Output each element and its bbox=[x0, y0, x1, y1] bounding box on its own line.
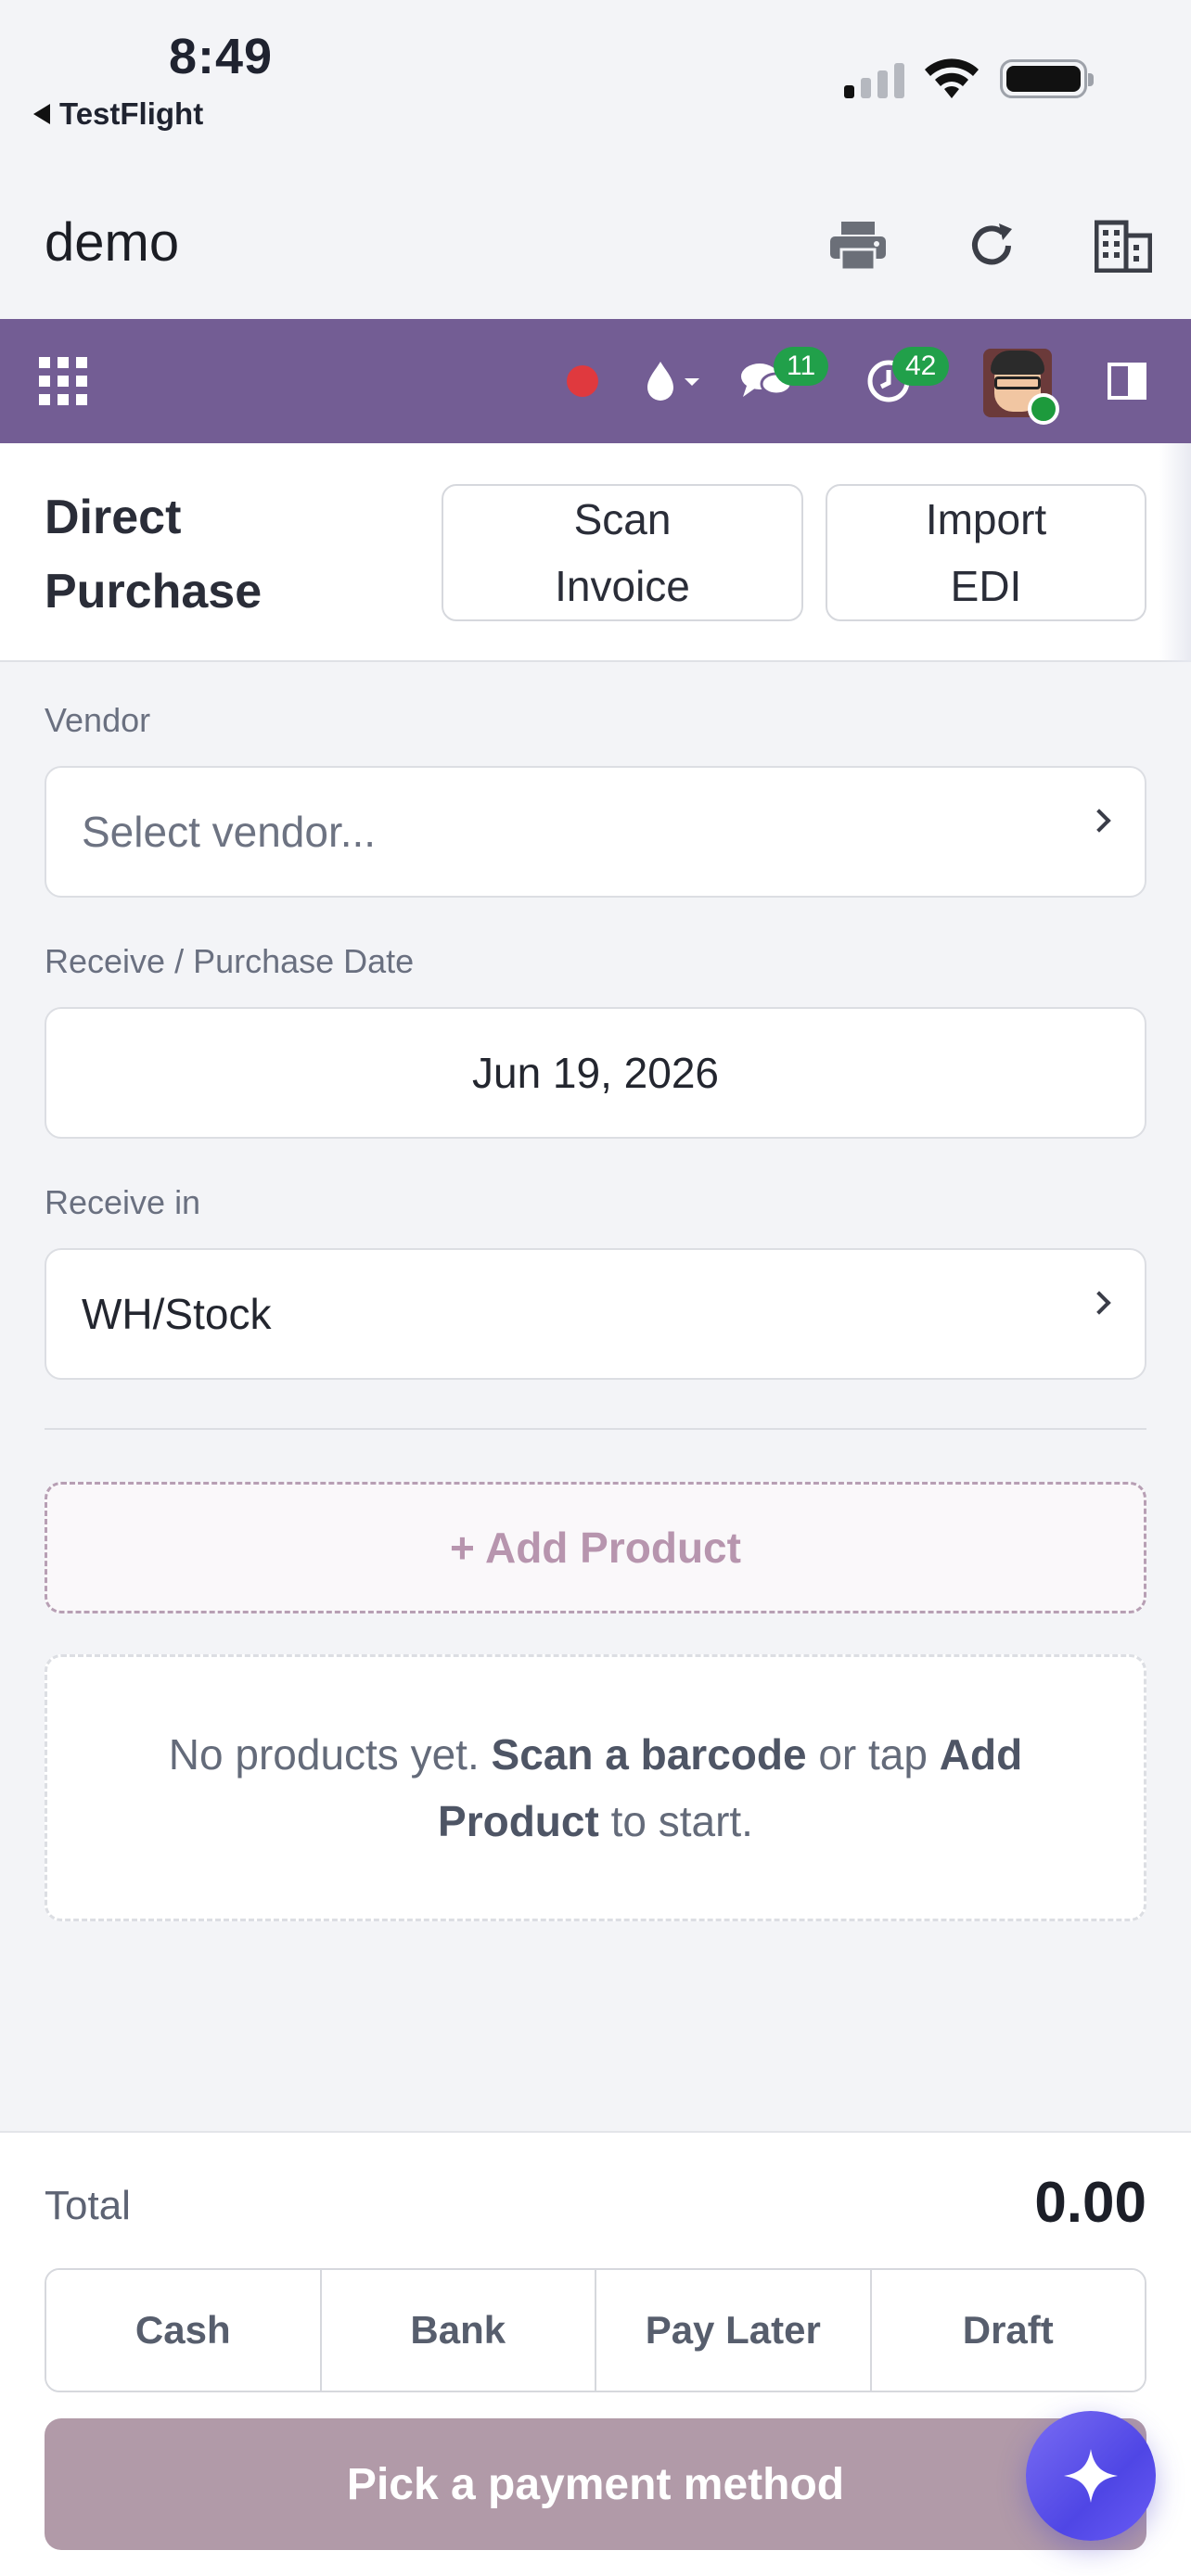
panel-toggle-icon[interactable] bbox=[1104, 319, 1150, 443]
purchase-date-field[interactable]: Jun 19, 2026 bbox=[45, 1007, 1146, 1139]
sparkle-icon bbox=[1064, 2449, 1118, 2503]
avatar[interactable] bbox=[983, 349, 1059, 425]
status-bar: 8:49 TestFlight bbox=[0, 0, 1191, 167]
theme-drop-icon[interactable] bbox=[633, 319, 716, 443]
vendor-placeholder: Select vendor... bbox=[82, 808, 377, 856]
payment-method-group: Cash Bank Pay Later Draft bbox=[45, 2268, 1146, 2392]
refresh-icon[interactable] bbox=[959, 213, 1024, 278]
pick-payment-method-button[interactable]: Pick a payment method bbox=[45, 2418, 1146, 2550]
cellular-signal-icon bbox=[844, 61, 904, 98]
printer-icon[interactable] bbox=[826, 213, 890, 278]
apps-grid-icon[interactable] bbox=[37, 319, 89, 443]
activities-badge: 42 bbox=[892, 347, 950, 386]
payment-cash-button[interactable]: Cash bbox=[46, 2270, 322, 2391]
app-title: demo bbox=[45, 212, 180, 273]
import-edi-button[interactable]: Import EDI bbox=[826, 484, 1146, 621]
empty-products-message: No products yet. Scan a barcode or tap A… bbox=[45, 1654, 1146, 1921]
wifi-icon bbox=[925, 58, 979, 98]
control-panel: Direct Purchase Scan Invoice Import EDI bbox=[0, 443, 1191, 662]
date-label: Receive / Purchase Date bbox=[45, 942, 415, 980]
back-to-app-link[interactable]: TestFlight bbox=[33, 96, 203, 132]
location-value: WH/Stock bbox=[82, 1290, 272, 1338]
app-header: demo bbox=[0, 167, 1191, 319]
payment-draft-button[interactable]: Draft bbox=[871, 2270, 1145, 2391]
back-triangle-icon bbox=[33, 104, 50, 124]
purchase-date-value: Jun 19, 2026 bbox=[471, 1049, 719, 1097]
chevron-right-icon bbox=[1087, 1291, 1111, 1315]
vendor-select[interactable]: Select vendor... bbox=[45, 766, 1146, 898]
payment-bank-button[interactable]: Bank bbox=[321, 2270, 596, 2391]
location-select[interactable]: WH/Stock bbox=[45, 1248, 1146, 1380]
total-value: 0.00 bbox=[1034, 2171, 1146, 2235]
building-icon[interactable] bbox=[1091, 213, 1156, 278]
ai-assistant-button[interactable] bbox=[1026, 2411, 1156, 2541]
scroll-fade bbox=[1159, 443, 1191, 662]
add-product-button[interactable]: + Add Product bbox=[45, 1482, 1146, 1613]
online-status-dot bbox=[1028, 393, 1059, 425]
scan-invoice-button[interactable]: Scan Invoice bbox=[442, 484, 803, 621]
vendor-label: Vendor bbox=[45, 701, 151, 739]
messages-badge: 11 bbox=[774, 347, 829, 386]
divider bbox=[45, 1428, 1146, 1430]
total-label: Total bbox=[45, 2183, 131, 2228]
payment-pay-later-button[interactable]: Pay Later bbox=[596, 2270, 872, 2391]
status-time: 8:49 bbox=[169, 29, 274, 84]
recording-dot-icon[interactable] bbox=[564, 319, 601, 443]
battery-icon bbox=[1000, 59, 1094, 98]
location-label: Receive in bbox=[45, 1183, 201, 1221]
back-app-label: TestFlight bbox=[59, 96, 204, 131]
top-navbar: 11 42 bbox=[0, 319, 1191, 443]
chevron-right-icon bbox=[1087, 809, 1111, 833]
page-title: Direct Purchase bbox=[45, 491, 263, 618]
checkout-footer: Total 0.00 Cash Bank Pay Later Draft Pic… bbox=[0, 2131, 1191, 2576]
